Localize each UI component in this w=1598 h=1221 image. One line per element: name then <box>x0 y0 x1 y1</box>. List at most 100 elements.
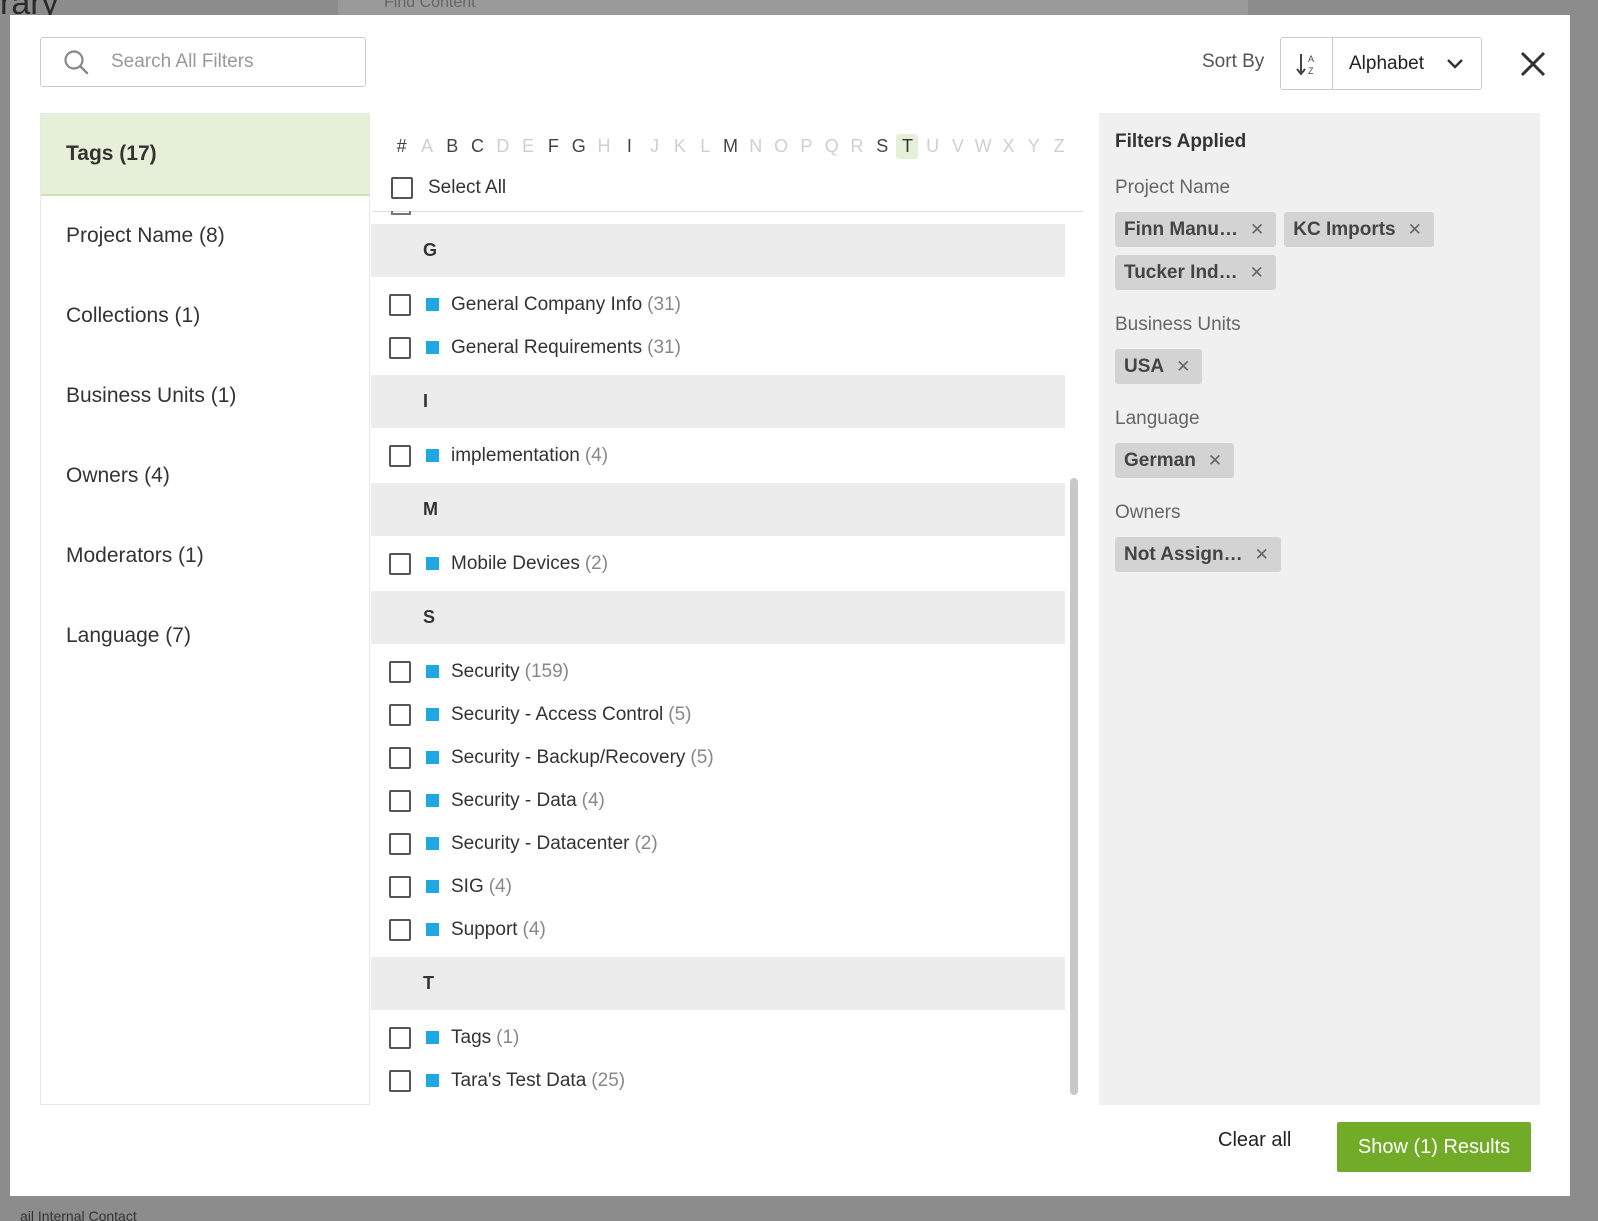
tag-checkbox[interactable] <box>389 1026 411 1049</box>
tag-color-swatch <box>426 794 439 807</box>
tag-row[interactable]: General Requirements (31) <box>371 326 1065 369</box>
sort-select[interactable]: Alphabet <box>1333 38 1481 89</box>
alpha-letter-s[interactable]: S <box>870 136 895 157</box>
tag-checkbox[interactable] <box>389 444 411 467</box>
applied-group-label: Language <box>1115 408 1200 429</box>
category-label: Moderators (1) <box>66 544 204 567</box>
applied-chips: Not Assign… ✕ <box>1115 537 1445 572</box>
applied-chips: German ✕ <box>1115 443 1445 478</box>
alpha-letter-i[interactable]: I <box>617 136 642 157</box>
tag-row[interactable]: Mobile Devices (2) <box>371 542 1065 585</box>
tag-label: Security <box>451 660 520 682</box>
filter-chip: Tucker Ind… ✕ <box>1115 255 1276 290</box>
tag-checkbox[interactable] <box>389 552 411 575</box>
filter-search-box[interactable] <box>40 37 366 87</box>
tag-label: implementation <box>451 444 580 466</box>
tag-row[interactable]: Security - Data (4) <box>371 779 1065 822</box>
clear-all-button[interactable]: Clear all <box>1218 1129 1291 1152</box>
tag-checkbox[interactable] <box>389 789 411 812</box>
tag-row[interactable]: SIG (4) <box>371 865 1065 908</box>
svg-text:A: A <box>1308 54 1314 64</box>
tag-row[interactable]: Security (159) <box>371 650 1065 693</box>
tag-row[interactable]: General Company Info (31) <box>371 283 1065 326</box>
category-label: Language (7) <box>66 624 191 647</box>
category-collections[interactable]: Collections (1) <box>41 276 369 356</box>
alpha-letter-f[interactable]: F <box>541 136 566 157</box>
group-header: I <box>371 375 1065 428</box>
alpha-letter-g[interactable]: G <box>566 136 591 157</box>
alphabet-jump-bar: # A B C D E F G H I J K L M N O P Q R S T U V W X Y Z <box>389 131 1072 161</box>
tag-label: Security - Backup/Recovery <box>451 746 686 768</box>
filters-applied-panel: Filters Applied Project Name Finn Manu… ✕ K… <box>1099 113 1540 1105</box>
tag-count: (31) <box>647 336 681 358</box>
tag-checkbox[interactable] <box>389 660 411 683</box>
applied-chips: USA ✕ <box>1115 349 1445 384</box>
alpha-letter-c[interactable]: C <box>465 136 490 157</box>
tag-list-scrollbar[interactable] <box>1070 478 1078 1095</box>
alpha-letter-y: Y <box>1027 135 1040 156</box>
remove-chip-icon[interactable]: ✕ <box>1408 220 1422 240</box>
alpha-letter-m[interactable]: M <box>718 136 743 157</box>
tag-row[interactable]: Security - Access Control (5) <box>371 693 1065 736</box>
tag-count: (4) <box>488 875 512 897</box>
category-language[interactable]: Language (7) <box>41 596 369 676</box>
group-items: General Company Info (31) General Requirem… <box>371 277 1065 375</box>
alpha-letter-t[interactable]: T <box>896 133 919 159</box>
svg-text:Z: Z <box>1308 66 1314 76</box>
tag-checkbox[interactable] <box>389 746 411 769</box>
tag-checkbox[interactable] <box>389 832 411 855</box>
category-business-units[interactable]: Business Units (1) <box>41 356 369 436</box>
alpha-letter-r: R <box>850 135 864 156</box>
tag-checkbox[interactable] <box>389 703 411 726</box>
remove-chip-icon[interactable]: ✕ <box>1255 545 1269 565</box>
tag-row[interactable]: implementation (4) <box>371 434 1065 477</box>
select-all-row[interactable]: Select All <box>391 177 506 199</box>
group-header: T <box>371 957 1065 1010</box>
remove-chip-icon[interactable]: ✕ <box>1208 451 1222 471</box>
tag-checkbox[interactable] <box>389 336 411 359</box>
remove-chip-icon[interactable]: ✕ <box>1176 357 1190 377</box>
tag-checkbox[interactable] <box>389 918 411 941</box>
alpha-letter-d: D <box>496 135 510 156</box>
tag-color-swatch <box>426 880 439 893</box>
group-header: S <box>371 591 1065 644</box>
tag-row[interactable]: Tara's Test Data (25) <box>371 1059 1065 1102</box>
tag-checkbox[interactable] <box>389 1069 411 1092</box>
filter-chip-label: KC Imports <box>1293 218 1396 240</box>
applied-groups: Project Name Finn Manu… ✕ KC Imports ✕ Tucker… <box>1115 177 1524 572</box>
remove-chip-icon[interactable]: ✕ <box>1250 263 1264 283</box>
close-button[interactable] <box>1518 49 1548 79</box>
filter-chip: USA ✕ <box>1115 349 1203 384</box>
alpha-letter-b[interactable]: B <box>440 136 465 157</box>
sort-select-value: Alphabet <box>1349 52 1425 74</box>
sort-control[interactable]: AZ Alphabet <box>1280 37 1482 90</box>
show-results-button[interactable]: Show (1) Results <box>1337 1122 1531 1172</box>
alpha-letter-x: X <box>1002 135 1015 156</box>
tag-row[interactable]: Support (4) <box>371 908 1065 951</box>
tag-row[interactable]: Security - Backup/Recovery (5) <box>371 736 1065 779</box>
tag-label: General Company Info <box>451 293 643 315</box>
category-project-name[interactable]: Project Name (8) <box>41 196 369 276</box>
select-all-checkbox[interactable] <box>391 177 413 199</box>
tag-count: (25) <box>591 1069 626 1091</box>
filter-chip-label: Not Assign… <box>1124 543 1243 565</box>
category-moderators[interactable]: Moderators (1) <box>41 516 369 596</box>
category-owners[interactable]: Owners (4) <box>41 436 369 516</box>
remove-chip-icon[interactable]: ✕ <box>1250 220 1264 240</box>
alpha-letter-hash[interactable]: # <box>389 136 414 157</box>
tag-checkbox[interactable] <box>389 875 411 898</box>
sort-alpha-icon[interactable]: AZ <box>1281 38 1333 89</box>
tag-row[interactable]: Security - Datacenter (2) <box>371 822 1065 865</box>
tag-color-swatch <box>426 708 439 721</box>
tag-row[interactable]: Tags (1) <box>371 1016 1065 1059</box>
alpha-letter-h: H <box>597 135 611 156</box>
tag-color-swatch <box>426 837 439 850</box>
category-tags[interactable]: Tags (17) <box>41 114 369 196</box>
tag-count: (4) <box>581 789 605 811</box>
alpha-letter-u: U <box>926 135 940 156</box>
filters-applied-title: Filters Applied <box>1115 131 1247 152</box>
tag-count: (31) <box>647 293 681 315</box>
filter-search-input[interactable] <box>111 51 341 73</box>
tag-checkbox[interactable] <box>389 293 411 316</box>
chevron-down-icon <box>1447 58 1463 69</box>
